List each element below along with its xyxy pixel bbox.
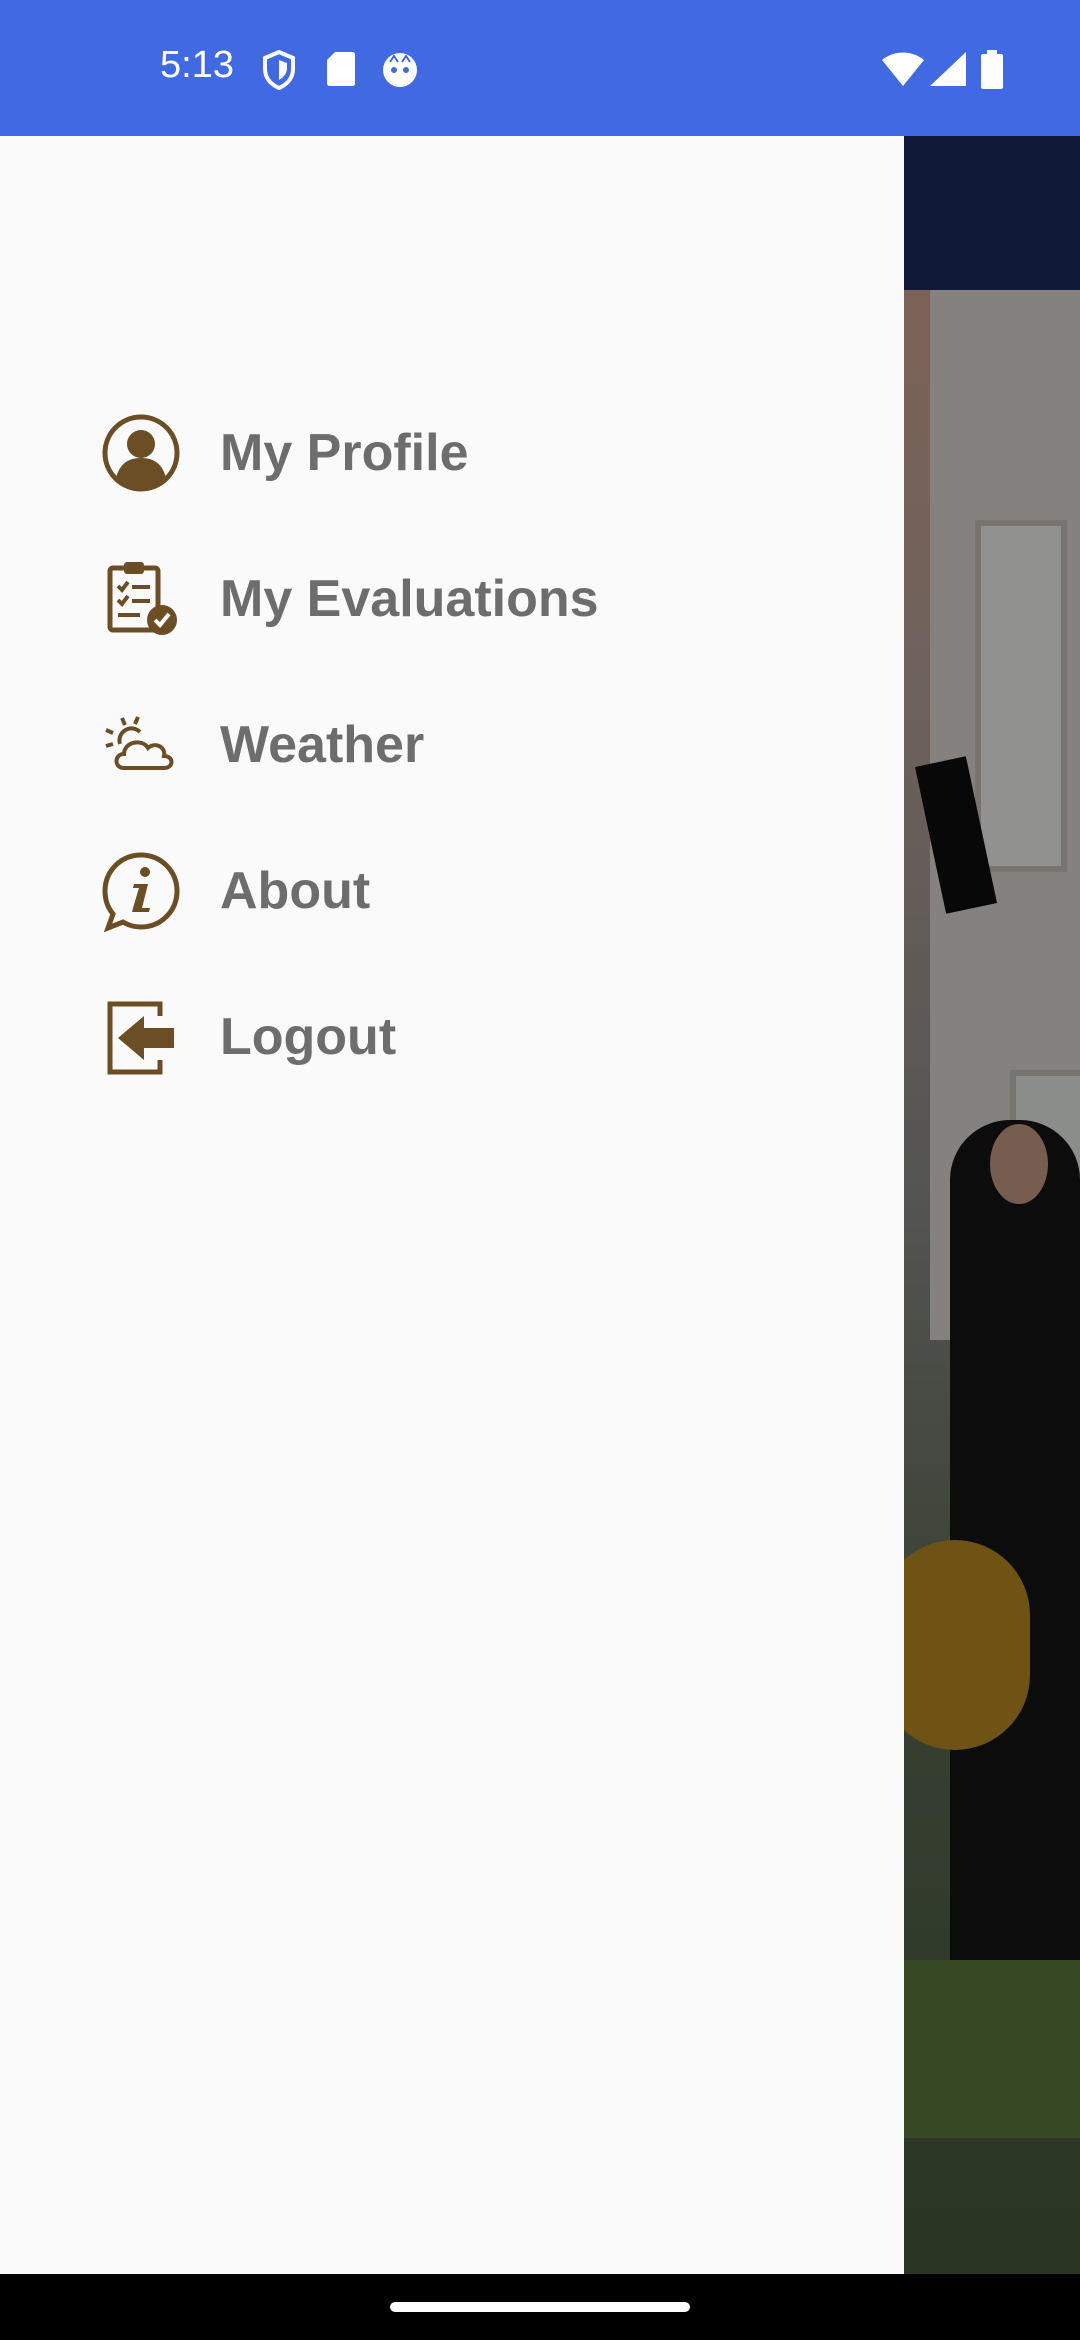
clipboard-check-icon — [107, 562, 177, 635]
shield-icon — [263, 50, 295, 90]
menu-item-label: About — [220, 862, 371, 920]
menu-item-weather[interactable]: Weather — [0, 672, 904, 818]
sun-cloud-icon — [105, 716, 174, 770]
status-bar: 5:13 — [0, 0, 1080, 136]
menu-item-label: Logout — [220, 1008, 397, 1066]
logout-icon — [107, 1001, 174, 1075]
status-time: 5:13 — [160, 44, 234, 86]
menu-item-logout[interactable]: Logout — [0, 964, 904, 1110]
menu-item-about[interactable]: About — [0, 818, 904, 964]
menu-item-label: My Profile — [220, 424, 469, 482]
profile-icon — [102, 414, 180, 492]
face-icon — [383, 53, 417, 87]
signal-icon — [930, 52, 966, 86]
sd-card-icon — [327, 52, 355, 86]
home-gesture-bar[interactable] — [390, 2302, 690, 2312]
battery-icon — [981, 50, 1003, 89]
menu-item-label: Weather — [220, 716, 425, 774]
wifi-icon — [882, 52, 924, 86]
navigation-drawer: My Profile My Evaluations Weather About … — [0, 136, 904, 2274]
menu-item-label: My Evaluations — [220, 570, 599, 628]
info-icon — [102, 852, 180, 932]
menu-item-my-profile[interactable]: My Profile — [0, 380, 904, 526]
menu-item-my-evaluations[interactable]: My Evaluations — [0, 526, 904, 672]
